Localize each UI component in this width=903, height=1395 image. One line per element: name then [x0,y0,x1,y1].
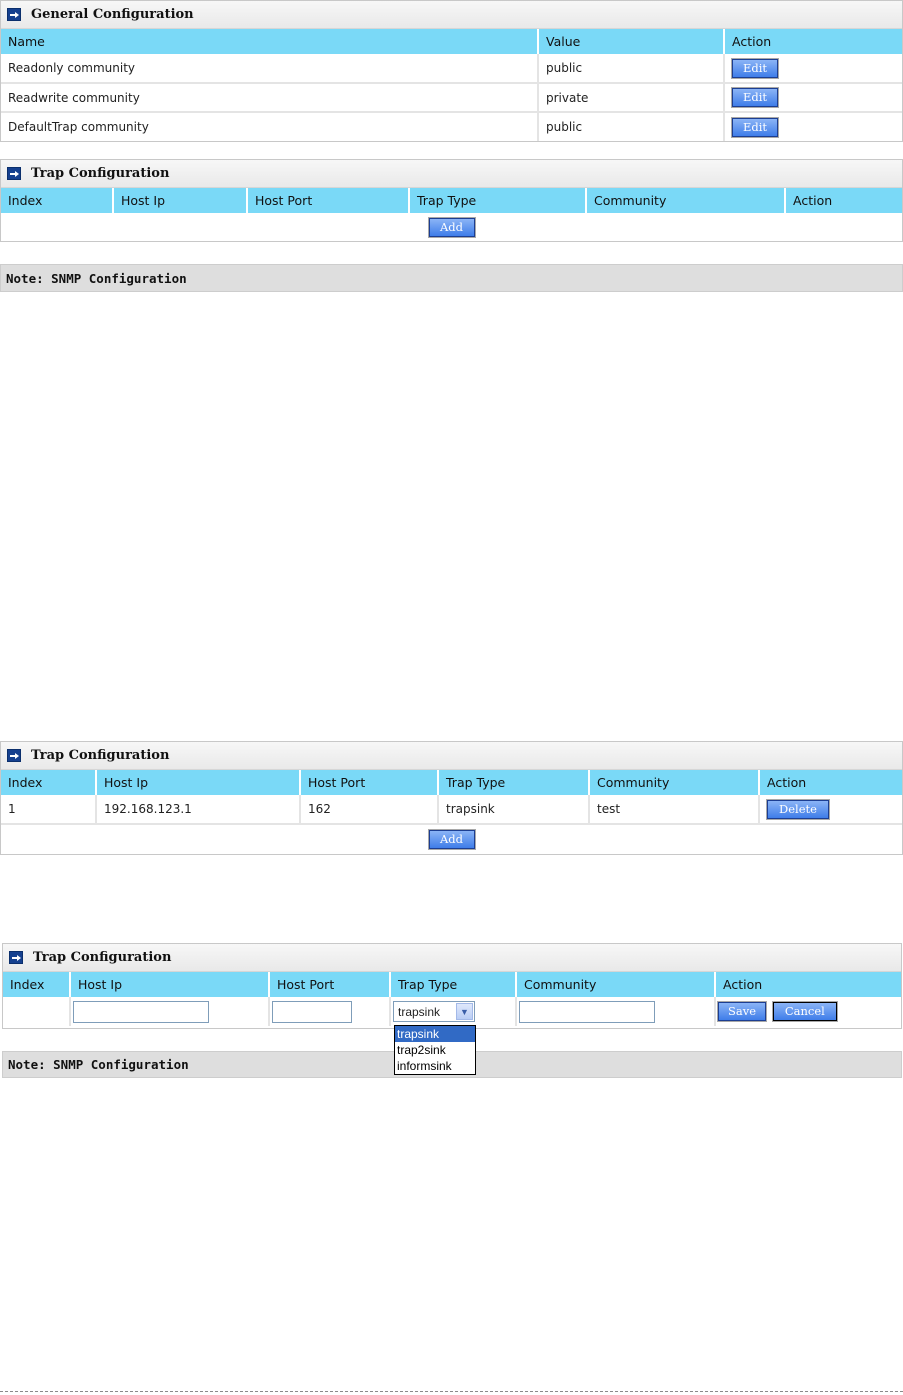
arrow-right-icon [9,951,23,964]
arrow-right-icon [7,8,21,21]
table-row: DefaultTrap community public Edit [1,112,902,141]
column-header-action: Action [715,972,901,997]
arrow-right-icon [7,167,21,180]
edit-readwrite-community-button[interactable]: Edit [731,87,779,108]
trap-type-option-trapsink[interactable]: trapsink [395,1026,475,1042]
column-header-community: Community [589,770,760,795]
trap-configuration-title-text: Trap Configuration [33,950,172,965]
trap-type-select[interactable]: trapsink ▼ [393,1001,475,1022]
action-cell: Delete [759,795,902,825]
trap-configuration-table: Index Host Ip Host Port Trap Type Commun… [1,188,902,242]
trap-configuration-panel-with-entry: Trap Configuration Index Host Ip Host Po… [0,741,903,855]
column-header-host-port: Host Port [300,770,439,795]
column-header-host-port: Host Port [247,188,410,213]
general-configuration-title-text: General Configuration [31,7,194,22]
edit-defaulttrap-community-button[interactable]: Edit [731,116,779,138]
table-row: 1 192.168.123.1 162 trapsink test Delete [1,795,902,825]
chevron-down-icon[interactable]: ▼ [456,1003,473,1020]
community-input[interactable] [519,1000,655,1023]
trap-configuration-title: Trap Configuration [1,742,902,770]
trap-index: 1 [1,795,97,825]
cancel-button[interactable]: Cancel [771,1001,838,1022]
trap-type-option-trap2sink[interactable]: trap2sink [395,1042,475,1058]
column-header-trap-type: Trap Type [390,972,517,997]
trap-type: trapsink [438,795,590,825]
trap-configuration-title-text: Trap Configuration [31,166,170,181]
action-cell: Edit [724,112,902,141]
community-value: public [538,112,725,141]
host-ip-input[interactable] [73,1000,209,1023]
save-button[interactable]: Save [717,1001,767,1022]
add-trap-button[interactable]: Add [427,828,476,850]
trap-index-cell [3,997,71,1026]
host-ip-cell [70,997,270,1026]
community-value: public [538,54,725,84]
trap-type-selected-value: trapsink [398,1004,441,1019]
trap-type-dropdown-list: trapsink trap2sink informsink [394,1025,476,1075]
trap-type-cell: trapsink ▼ [390,997,517,1026]
column-header-index: Index [3,972,71,997]
table-row: Readonly community public Edit [1,54,902,84]
trap-configuration-title: Trap Configuration [1,160,902,188]
trap-configuration-form-table: Index Host Ip Host Port Trap Type Commun… [3,972,901,1026]
note-text: Note: SNMP Configuration [6,270,187,286]
column-header-action: Action [759,770,902,795]
table-row: trapsink ▼ Save Cancel [3,997,901,1026]
page-divider [0,1391,903,1392]
note-text: Note: SNMP Configuration [8,1057,189,1072]
column-header-index: Index [1,188,114,213]
column-header-community: Community [586,188,786,213]
add-trap-button[interactable]: Add [427,217,476,238]
community-value: private [538,83,725,113]
edit-readonly-community-button[interactable]: Edit [731,57,779,79]
arrow-right-icon [7,749,21,762]
community-cell [516,997,716,1026]
add-row: Add [1,213,902,242]
community-name: Readonly community [1,54,539,84]
action-cell: Save Cancel [715,997,901,1026]
community-name: Readwrite community [1,83,539,113]
column-header-host-ip: Host Ip [96,770,301,795]
column-header-action: Action [785,188,902,213]
trap-configuration-panel-edit: Trap Configuration Index Host Ip Host Po… [2,943,902,1029]
host-port-cell [269,997,391,1026]
column-header-host-ip: Host Ip [70,972,270,997]
column-header-action: Action [724,29,902,54]
trap-configuration-table: Index Host Ip Host Port Trap Type Commun… [1,770,902,853]
column-header-name: Name [1,29,539,54]
column-header-community: Community [516,972,716,997]
column-header-host-port: Host Port [269,972,391,997]
trap-configuration-title-text: Trap Configuration [31,748,170,763]
general-configuration-table: Name Value Action Readonly community pub… [1,29,902,141]
add-row: Add [1,824,902,853]
table-row: Readwrite community private Edit [1,83,902,113]
trap-configuration-panel-empty: Trap Configuration Index Host Ip Host Po… [0,159,903,242]
trap-type-option-informsink[interactable]: informsink [395,1058,475,1074]
note-bar: Note: SNMP Configuration [0,264,903,292]
trap-community: test [589,795,760,825]
column-header-index: Index [1,770,97,795]
column-header-trap-type: Trap Type [438,770,590,795]
community-name: DefaultTrap community [1,112,539,141]
column-header-host-ip: Host Ip [113,188,248,213]
host-port-input[interactable] [272,1000,352,1023]
column-header-value: Value [538,29,725,54]
general-configuration-title: General Configuration [1,1,902,29]
column-header-trap-type: Trap Type [409,188,587,213]
trap-configuration-title: Trap Configuration [3,944,901,972]
trap-host-port: 162 [300,795,439,825]
general-configuration-panel: General Configuration Name Value Action … [0,0,903,142]
trap-host-ip: 192.168.123.1 [96,795,301,825]
delete-trap-button[interactable]: Delete [766,798,830,820]
action-cell: Edit [724,83,902,113]
action-cell: Edit [724,54,902,84]
